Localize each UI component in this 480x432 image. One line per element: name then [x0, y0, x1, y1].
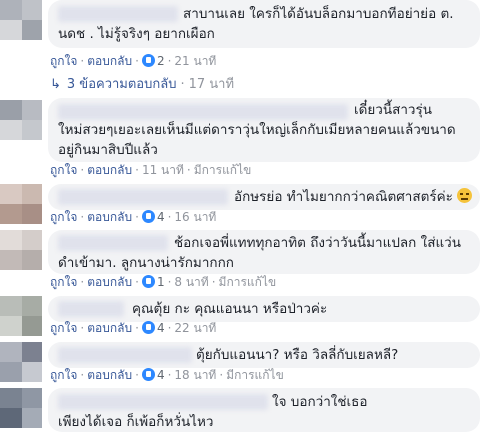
- comment-text-line: คุณตุ้ย กะ คุณแอนนา หรือป่าวค่ะ: [132, 301, 328, 317]
- like-link[interactable]: ถูกใจ: [50, 275, 77, 289]
- commenter-name[interactable]: [58, 394, 268, 410]
- reply-link[interactable]: ตอบกลับ: [87, 275, 132, 289]
- edited-label[interactable]: มีการแก้ไข: [219, 275, 277, 289]
- reply-link[interactable]: ตอบกลับ: [87, 368, 132, 382]
- timestamp[interactable]: 16 นาที: [174, 210, 216, 224]
- comment-actions: ถูกใจ · ตอบกลับ · 4 · 22 นาที: [50, 321, 217, 335]
- commenter-name[interactable]: [58, 347, 192, 363]
- comment-text-line: ช้อกเจอพี่แทททุกอาทิต ถึงว่าวันนี้มาแปลก…: [174, 235, 461, 251]
- reply-link[interactable]: ตอบกลับ: [87, 210, 132, 224]
- timestamp[interactable]: 11 นาที: [142, 163, 184, 177]
- like-link[interactable]: ถูกใจ: [50, 210, 77, 224]
- like-reaction-icon: [141, 210, 155, 223]
- reply-arrow-icon: ↳: [50, 77, 61, 92]
- comment-text-line: ใหม่สวยๆเยอะเลยเห็นมีแต่ดาราวุ่นใหญ่เล็ก…: [58, 122, 456, 138]
- comment-bubble: ช้อกเจอพี่แทททุกอาทิต ถึงว่าวันนี้มาแปลก…: [48, 230, 480, 274]
- reply-link[interactable]: ตอบกลับ: [87, 54, 132, 68]
- like-link[interactable]: ถูกใจ: [50, 54, 77, 68]
- like-count[interactable]: 1: [157, 275, 165, 289]
- commenter-name[interactable]: [58, 301, 124, 317]
- commenter-name[interactable]: [58, 104, 348, 120]
- edited-label[interactable]: มีการแก้ไข: [226, 368, 284, 382]
- comment-text-line: สาบานเลย ใครก็ได้อันบล็อกมาบอกทีอย่าย่อ …: [183, 6, 454, 22]
- reply-link[interactable]: ตอบกลับ: [87, 321, 132, 335]
- like-link[interactable]: ถูกใจ: [50, 163, 77, 177]
- like-count[interactable]: 2: [157, 54, 165, 68]
- like-reaction-icon: [141, 368, 155, 381]
- timestamp[interactable]: 18 นาที: [174, 368, 216, 382]
- replies-count-label[interactable]: 3 ข้อความตอบกลับ: [67, 77, 177, 92]
- avatar[interactable]: [0, 296, 42, 336]
- avatar[interactable]: [0, 0, 42, 40]
- comment-text-line: ตุ้ยกับแอนนา? หรือ วิลลี่กับเยลหลี?: [196, 347, 399, 363]
- timestamp[interactable]: 8 นาที: [174, 275, 208, 289]
- comment-actions: ถูกใจ · ตอบกลับ · 4 · 18 นาที · มีการแก้ไข: [50, 368, 284, 382]
- avatar[interactable]: [0, 100, 42, 140]
- like-link[interactable]: ถูกใจ: [50, 321, 77, 335]
- view-replies-link[interactable]: ↳ 3 ข้อความตอบกลับ · 17 นาที: [50, 75, 234, 95]
- like-reaction-icon: [141, 275, 155, 288]
- like-reaction-icon: [141, 54, 155, 67]
- avatar[interactable]: [0, 184, 42, 224]
- comment-text-line: นดช . ไม่รู้จริงๆ อยากเผือก: [58, 26, 215, 42]
- comment-actions: ถูกใจ · ตอบกลับ · 4 · 16 นาที: [50, 210, 217, 224]
- comment-bubble: ตุ้ยกับแอนนา? หรือ วิลลี่กับเยลหลี?: [48, 342, 480, 368]
- comment-bubble: ใจ บอกว่าใช่เธอ เพียงได้เจอ ก็เพ้อก็หวั่…: [48, 388, 480, 432]
- avatar[interactable]: [0, 388, 42, 428]
- comment-text-line: ใจ บอกว่าใช่เธอ: [272, 394, 368, 410]
- like-count[interactable]: 4: [157, 210, 165, 224]
- commenter-name[interactable]: [58, 189, 228, 205]
- comment-text-line: เพียงได้เจอ ก็เพ้อก็หวั่นไหว: [58, 414, 214, 430]
- comment-actions: ถูกใจ · ตอบกลับ · 1 · 8 นาที · มีการแก้ไข: [50, 275, 277, 289]
- reply-link[interactable]: ตอบกลับ: [87, 163, 132, 177]
- avatar[interactable]: [0, 342, 42, 382]
- avatar[interactable]: [0, 230, 42, 270]
- like-link[interactable]: ถูกใจ: [50, 368, 77, 382]
- comment-bubble: สาบานเลย ใครก็ได้อันบล็อกมาบอกทีอย่าย่อ …: [48, 0, 480, 48]
- comment-actions: ถูกใจ · ตอบกลับ · 11 นาที · มีการแก้ไข: [50, 163, 252, 177]
- like-count[interactable]: 4: [157, 321, 165, 335]
- commenter-name[interactable]: [58, 6, 178, 22]
- comment-bubble: เดี๋ยวนี้สาวรุ่น ใหม่สวยๆเยอะเลยเห็นมีแต…: [48, 98, 480, 162]
- like-count[interactable]: 4: [157, 368, 165, 382]
- comment-text-line: เดี๋ยวนี้สาวรุ่น: [354, 102, 432, 118]
- timestamp: 17 นาที: [188, 77, 235, 92]
- comment-text-line: ดำเข้ามา. ลูกนางน่ารักมากกก: [58, 255, 234, 271]
- edited-label[interactable]: มีการแก้ไข: [194, 163, 252, 177]
- like-reaction-icon: [141, 321, 155, 334]
- commenter-name[interactable]: [58, 235, 168, 251]
- comment-text-line: อยู่กินมาสิบปีแล้ว: [58, 142, 158, 158]
- timestamp[interactable]: 21 นาที: [174, 54, 216, 68]
- timestamp[interactable]: 22 นาที: [174, 321, 216, 335]
- comment-bubble: อักษรย่อ ทำไมยากกว่าคณิตศาสตร์ค่ะ: [48, 184, 480, 210]
- comment-text-line: อักษรย่อ ทำไมยากกว่าคณิตศาสตร์ค่ะ: [234, 187, 473, 207]
- comment-actions: ถูกใจ · ตอบกลับ · 2 · 21 นาที: [50, 54, 217, 68]
- neutral-face-emoji-icon: [457, 188, 473, 203]
